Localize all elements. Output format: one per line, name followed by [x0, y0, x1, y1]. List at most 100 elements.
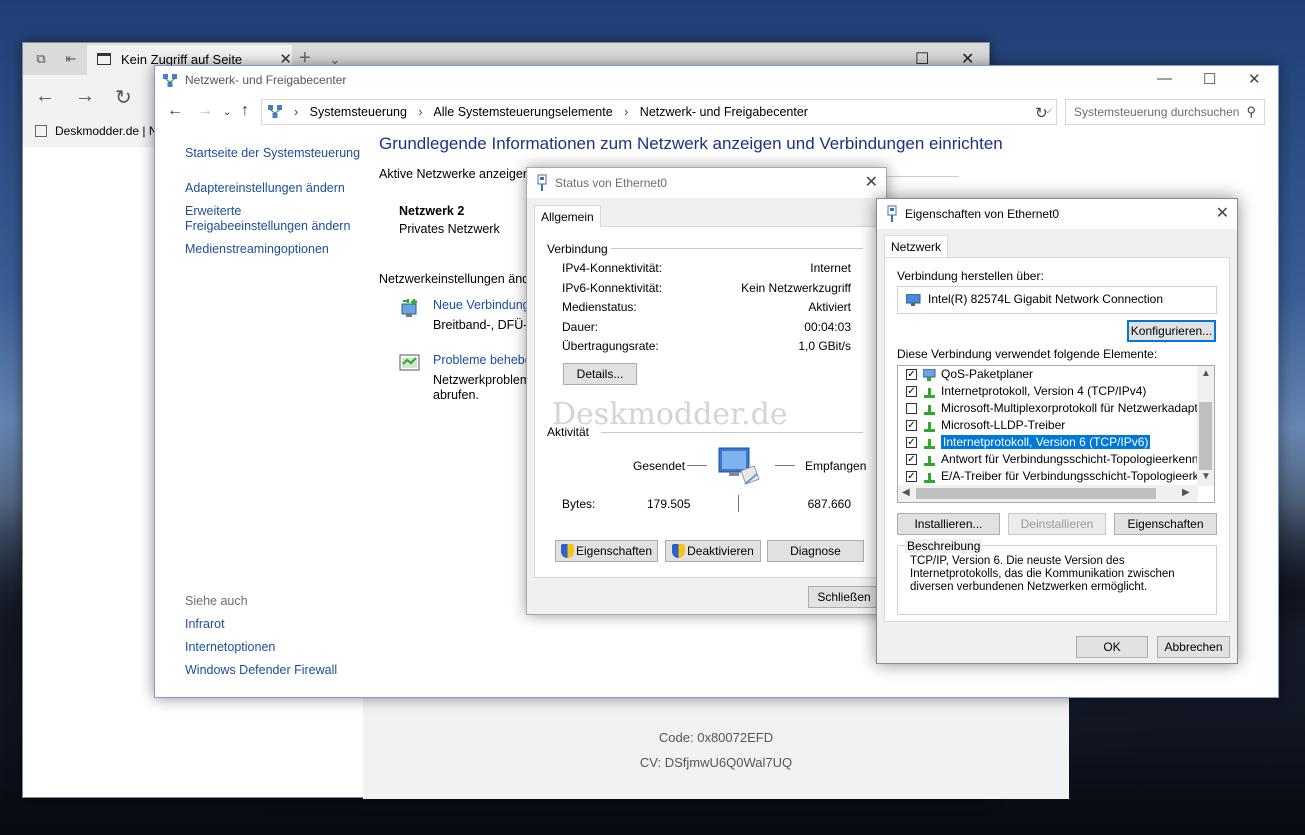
- properties-button-label: Eigenschaften: [575, 544, 653, 558]
- protocol-icon: [924, 473, 935, 483]
- back-icon[interactable]: ←: [35, 85, 55, 108]
- scroll-left-icon[interactable]: ◀: [902, 487, 910, 498]
- qos-scheduler-icon: [923, 369, 936, 381]
- new-connection-desc: Breitband-, DFÜ- o: [433, 318, 538, 332]
- close-icon[interactable]: ✕: [1216, 203, 1229, 223]
- breadcrumb-chevron-icon[interactable]: ›: [624, 105, 628, 119]
- active-networks-label: Aktive Netzwerke anzeigen: [379, 167, 530, 181]
- breadcrumb-item[interactable]: Systemsteuerung: [310, 105, 407, 119]
- link-adapter-settings[interactable]: Adaptereinstellungen ändern: [185, 181, 345, 196]
- sent-label: Gesendet: [633, 459, 686, 473]
- page-icon: [97, 53, 111, 65]
- link-troubleshoot[interactable]: Probleme behebe: [433, 353, 532, 368]
- link-advanced-sharing-line1[interactable]: Erweiterte: [185, 204, 241, 219]
- error-cv: CV: DSfjmwU6Q0Wal7UQ: [639, 755, 793, 770]
- up-icon[interactable]: ↑: [241, 102, 249, 120]
- ipv4-value: Internet: [810, 261, 851, 275]
- checkbox[interactable]: ✓: [906, 420, 917, 431]
- watermark: Deskmodder.de: [552, 397, 788, 432]
- list-item-label: Internetprotokoll, Version 6 (TCP/IPv6): [941, 435, 1151, 449]
- scroll-up-icon[interactable]: ▲: [1201, 368, 1211, 379]
- forward-icon[interactable]: →: [197, 102, 213, 120]
- breadcrumb-chevron-icon[interactable]: ›: [294, 105, 298, 119]
- network-activity-icon: [718, 447, 760, 485]
- change-settings-label: Netzwerkeinstellungen ände: [379, 272, 537, 286]
- tab-preview-icon[interactable]: ⇤: [63, 51, 79, 67]
- tab-network[interactable]: Netzwerk: [884, 235, 949, 257]
- address-bar[interactable]: › Systemsteuerung › Alle Systemsteuerung…: [261, 99, 1057, 125]
- link-new-connection[interactable]: Neue Verbindung: [433, 298, 530, 313]
- back-icon[interactable]: ←: [167, 102, 183, 120]
- install-button[interactable]: Installieren...: [897, 513, 1000, 535]
- properties-button[interactable]: Eigenschaften: [555, 540, 658, 562]
- list-item[interactable]: ✓ Antwort für Verbindungsschicht-Topolog…: [898, 451, 1214, 468]
- disable-button[interactable]: Deaktivieren: [665, 540, 761, 562]
- list-item[interactable]: Microsoft-Multiplexorprotokoll für Netzw…: [898, 400, 1208, 417]
- troubleshoot-icon: [399, 354, 420, 371]
- configure-button[interactable]: Konfigurieren...: [1127, 320, 1216, 342]
- checkbox[interactable]: ✓: [906, 471, 917, 482]
- breadcrumb-chevron-icon[interactable]: ›: [418, 105, 422, 119]
- recent-chevron-icon[interactable]: ⌄: [223, 107, 231, 118]
- refresh-icon[interactable]: ↻: [1035, 104, 1048, 122]
- scroll-thumb[interactable]: [1199, 402, 1212, 470]
- protocol-icon: [924, 439, 935, 449]
- list-item-label: Antwort für Verbindungsschicht-Topologie…: [941, 452, 1215, 466]
- component-properties-button[interactable]: Eigenschaften: [1114, 513, 1217, 535]
- components-list[interactable]: ✓ QoS-Paketplaner ✓ Internetprotokoll, V…: [897, 365, 1215, 503]
- ethernet-icon: [537, 174, 547, 191]
- cancel-button[interactable]: Abbrechen: [1157, 636, 1230, 658]
- list-item[interactable]: ✓ E/A-Treiber für Verbindungsschicht-Top…: [898, 468, 1214, 485]
- diagnose-button[interactable]: Diagnose: [767, 540, 864, 562]
- scroll-down-icon[interactable]: ▼: [1201, 471, 1211, 482]
- list-item-label: QoS-Paketplaner: [941, 367, 1034, 381]
- status-dialog-title: Status von Ethernet0: [555, 176, 668, 190]
- horizontal-scrollbar[interactable]: ◀ ▶: [898, 485, 1198, 502]
- search-input[interactable]: Systemsteuerung durchsuchen ⚲: [1065, 99, 1265, 125]
- duration-value: 00:04:03: [804, 320, 851, 334]
- status-dialog-titlebar: Status von Ethernet0 ✕: [527, 168, 886, 198]
- tab-general[interactable]: Allgemein: [534, 205, 601, 227]
- vertical-scrollbar[interactable]: ▲ ▼: [1197, 366, 1214, 486]
- scroll-thumb[interactable]: [916, 488, 1156, 499]
- bytes-label: Bytes:: [562, 497, 596, 511]
- link-internet-options[interactable]: Internetoptionen: [185, 640, 275, 655]
- group-divider: [601, 432, 863, 433]
- maximize-icon[interactable]: ☐: [1203, 70, 1216, 88]
- close-button[interactable]: Schließen: [808, 586, 880, 608]
- scroll-right-icon[interactable]: ▶: [1182, 487, 1190, 498]
- search-icon[interactable]: ⚲: [1246, 104, 1256, 120]
- received-label: Empfangen: [805, 459, 867, 473]
- tab-set-aside-icon[interactable]: ⧉: [33, 51, 49, 67]
- forward-icon[interactable]: →: [75, 85, 95, 108]
- checkbox[interactable]: [906, 403, 917, 414]
- breadcrumb-item[interactable]: Netzwerk- und Freigabecenter: [640, 105, 808, 119]
- list-item-selected[interactable]: ✓ Internetprotokoll, Version 6 (TCP/IPv6…: [898, 434, 1198, 451]
- close-icon[interactable]: ✕: [865, 172, 878, 192]
- duration-label: Dauer:: [562, 320, 599, 334]
- link-control-panel-home[interactable]: Startseite der Systemsteuerung: [185, 146, 360, 161]
- close-icon[interactable]: ✕: [1248, 70, 1261, 88]
- checkbox[interactable]: ✓: [906, 386, 917, 397]
- list-item-label: E/A-Treiber für Verbindungsschicht-Topol…: [941, 469, 1215, 483]
- link-media-streaming[interactable]: Medienstreamingoptionen: [185, 242, 329, 257]
- list-item[interactable]: ✓ Microsoft-LLDP-Treiber: [898, 417, 1198, 434]
- adapter-name-box: Intel(R) 82574L Gigabit Network Connecti…: [897, 286, 1217, 314]
- list-item[interactable]: ✓ QoS-Paketplaner: [898, 366, 1198, 383]
- refresh-icon[interactable]: ↻: [115, 85, 132, 110]
- link-infrared[interactable]: Infrarot: [185, 617, 225, 632]
- link-firewall[interactable]: Windows Defender Firewall: [185, 663, 337, 678]
- favorite-item[interactable]: Deskmodder.de | N: [55, 124, 158, 138]
- ok-button[interactable]: OK: [1076, 636, 1148, 658]
- minimize-icon[interactable]: —: [1157, 70, 1172, 87]
- list-item[interactable]: ✓ Internetprotokoll, Version 4 (TCP/IPv4…: [898, 383, 1198, 400]
- properties-dialog-titlebar: Eigenschaften von Ethernet0 ✕: [877, 199, 1237, 229]
- breadcrumb-item[interactable]: Alle Systemsteuerungselemente: [433, 105, 612, 119]
- details-button[interactable]: Details...: [563, 363, 637, 385]
- checkbox[interactable]: ✓: [906, 437, 917, 448]
- checkbox[interactable]: ✓: [906, 369, 917, 380]
- uninstall-button[interactable]: Deinstallieren: [1008, 513, 1106, 535]
- ipv6-value: Kein Netzwerkzugriff: [741, 281, 851, 295]
- checkbox[interactable]: ✓: [906, 454, 917, 465]
- link-advanced-sharing-line2[interactable]: Freigabeeinstellungen ändern: [185, 219, 350, 234]
